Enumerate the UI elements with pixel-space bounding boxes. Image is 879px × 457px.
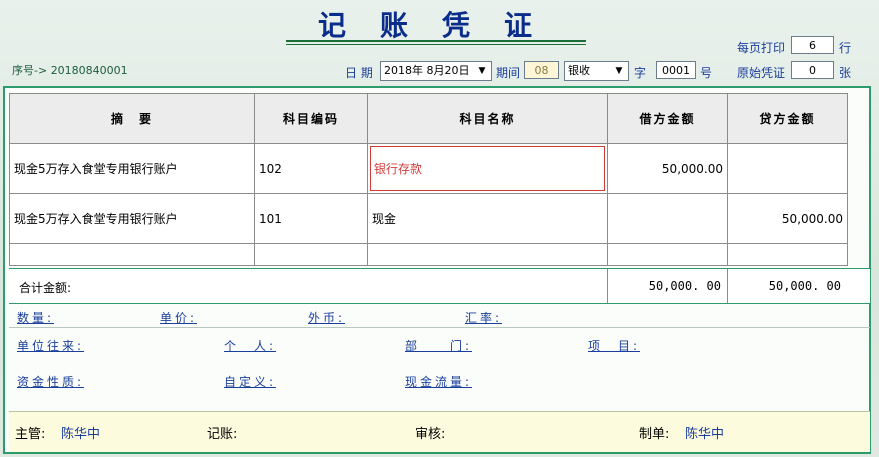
voucher-type-value: 银收 bbox=[568, 64, 590, 77]
sequence-value: 20180840001 bbox=[50, 64, 128, 77]
cash-flow-link[interactable]: 现金流量: bbox=[405, 373, 472, 390]
empty-cell[interactable] bbox=[254, 243, 368, 266]
table-row-empty bbox=[9, 243, 848, 266]
chevron-down-icon[interactable]: ▼ bbox=[612, 64, 626, 78]
date-value: 2018年 8月20日 bbox=[384, 64, 470, 77]
col-credit-header: 贷方金额 bbox=[727, 93, 848, 144]
signature-footer: 主管: 陈华中 记账: 审核: 制单: 陈华中 bbox=[9, 411, 870, 452]
person-link[interactable]: 个 人: bbox=[224, 337, 276, 354]
project-link[interactable]: 项 目: bbox=[588, 337, 640, 354]
total-label: 合计金额: bbox=[19, 281, 72, 295]
empty-cell[interactable] bbox=[9, 243, 255, 266]
date-label: 日 期 bbox=[345, 66, 373, 80]
account-name-active[interactable]: 银行存款 bbox=[370, 146, 605, 191]
number-label: 号 bbox=[700, 66, 713, 80]
credit-cell[interactable]: 50,000.00 bbox=[727, 193, 848, 244]
bookkeeper-label: 记账: bbox=[207, 427, 238, 442]
chevron-down-icon[interactable]: ▼ bbox=[475, 64, 489, 78]
original-docs-field[interactable]: 0 bbox=[791, 61, 834, 79]
date-picker[interactable]: 2018年 8月20日 ▼ bbox=[380, 61, 492, 81]
sequence-number: 序号-> 20180840001 bbox=[12, 62, 128, 78]
supervisor-label: 主管: bbox=[15, 427, 46, 442]
unit-contact-link[interactable]: 单位往来: bbox=[17, 337, 84, 354]
custom-link[interactable]: 自定义: bbox=[224, 373, 276, 390]
original-docs-unit: 张 bbox=[839, 66, 852, 80]
empty-cell[interactable] bbox=[367, 243, 608, 266]
exchange-rate-link[interactable]: 汇率: bbox=[465, 309, 502, 326]
maker-name: 陈华中 bbox=[685, 427, 725, 442]
maker-label: 制单: bbox=[639, 427, 670, 442]
title-underline bbox=[286, 40, 586, 42]
debit-cell[interactable]: 50,000.00 bbox=[607, 143, 728, 194]
original-docs-label: 原始凭证 bbox=[737, 66, 786, 80]
code-cell[interactable]: 102 bbox=[254, 143, 368, 194]
total-debit: 50,000. 00 bbox=[607, 269, 727, 303]
sequence-label: 序号-> bbox=[12, 64, 48, 77]
total-row: 合计金额: 50,000. 00 50,000. 00 bbox=[9, 268, 870, 304]
auditor-label: 审核: bbox=[415, 427, 446, 442]
voucher-number-field[interactable]: 0001 bbox=[656, 61, 696, 79]
col-name-header: 科目名称 bbox=[367, 93, 608, 144]
department-link[interactable]: 部 门: bbox=[405, 337, 472, 354]
print-lines-label: 每页打印 bbox=[737, 41, 786, 55]
account-name-cell[interactable]: 现金 bbox=[367, 193, 608, 244]
debit-cell[interactable] bbox=[607, 193, 728, 244]
table-header-row: 摘 要 科目编码 科目名称 借方金额 贷方金额 bbox=[9, 93, 848, 144]
account-name-cell[interactable]: 银行存款 bbox=[367, 143, 608, 194]
voucher-title: 记账凭证 bbox=[318, 9, 567, 42]
foreign-currency-link[interactable]: 外币: bbox=[308, 309, 345, 326]
col-summary-header: 摘 要 bbox=[9, 93, 255, 144]
unit-price-link[interactable]: 单价: bbox=[160, 309, 197, 326]
fund-nature-link[interactable]: 资金性质: bbox=[17, 373, 84, 390]
empty-cell[interactable] bbox=[607, 243, 728, 266]
table-row: 现金5万存入食堂专用银行账户 101 现金 50,000.00 bbox=[9, 193, 848, 244]
total-credit: 50,000. 00 bbox=[727, 269, 847, 303]
divider bbox=[9, 327, 870, 328]
summary-cell[interactable]: 现金5万存入食堂专用银行账户 bbox=[9, 193, 255, 244]
col-debit-header: 借方金额 bbox=[607, 93, 728, 144]
supervisor-name: 陈华中 bbox=[61, 427, 101, 442]
entries-table: 摘 要 科目编码 科目名称 借方金额 贷方金额 现金5万存入食堂专用银行账户 1… bbox=[9, 93, 848, 266]
quantity-link[interactable]: 数量: bbox=[17, 309, 54, 326]
credit-cell[interactable] bbox=[727, 143, 848, 194]
summary-cell[interactable]: 现金5万存入食堂专用银行账户 bbox=[9, 143, 255, 194]
empty-cell[interactable] bbox=[727, 243, 848, 266]
print-lines-unit: 行 bbox=[839, 41, 852, 55]
word-label: 字 bbox=[634, 66, 647, 80]
period-label: 期间 bbox=[496, 66, 521, 80]
table-row: 现金5万存入食堂专用银行账户 102 银行存款 50,000.00 bbox=[9, 143, 848, 194]
print-lines-field[interactable]: 6 bbox=[791, 36, 834, 54]
col-code-header: 科目编码 bbox=[254, 93, 368, 144]
voucher-type-select[interactable]: 银收 ▼ bbox=[564, 61, 629, 81]
title-underline-thin bbox=[286, 44, 586, 45]
period-field[interactable]: 08 bbox=[524, 61, 559, 79]
code-cell[interactable]: 101 bbox=[254, 193, 368, 244]
